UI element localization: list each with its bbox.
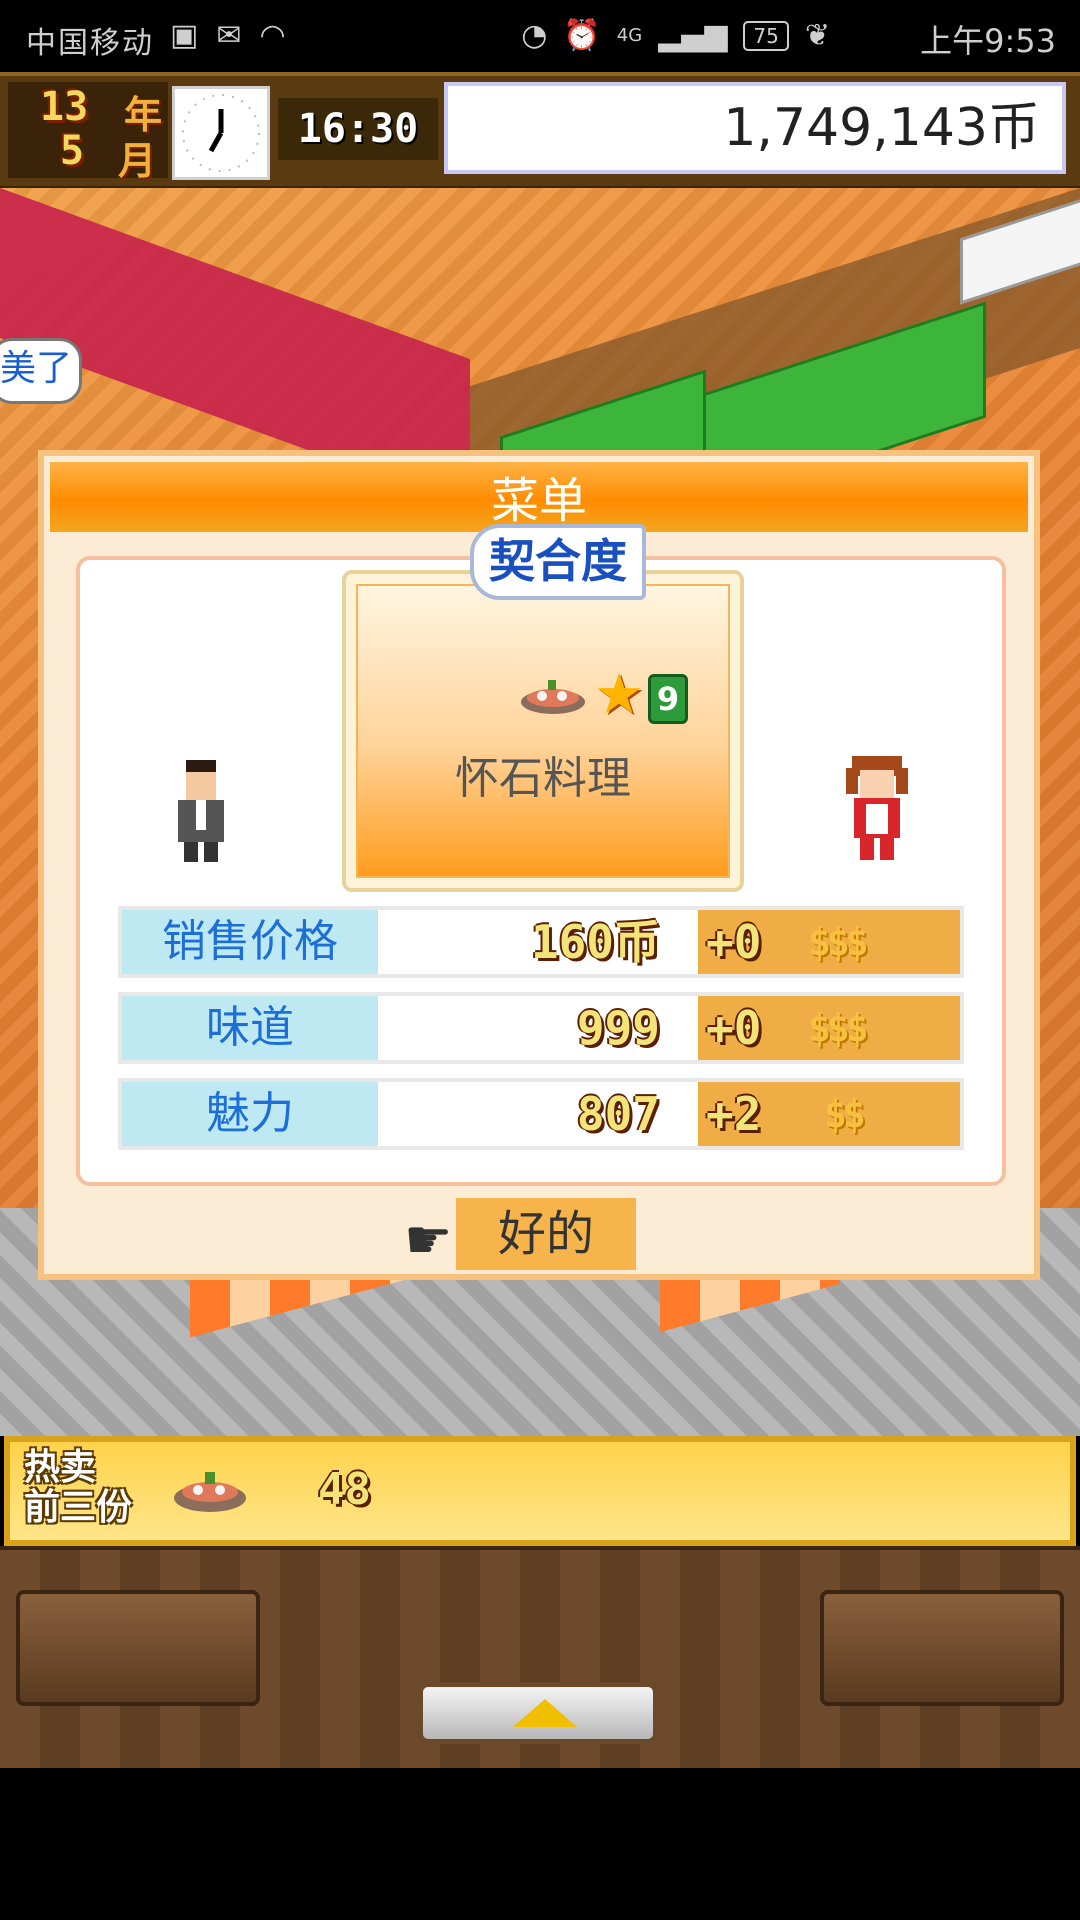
alarm-icon: ⏰ xyxy=(563,18,601,53)
dish-rank-badge: 9 xyxy=(648,674,688,724)
app-notification-icon: ▣ xyxy=(170,18,199,53)
star-icon: ★ xyxy=(594,662,645,727)
kaiseki-dish-icon xyxy=(170,1462,250,1522)
bonus-value: +2 xyxy=(706,1087,762,1141)
stat-value: 160币 xyxy=(378,910,698,974)
chef-character xyxy=(168,756,234,866)
coin-icons: $$$ xyxy=(808,920,869,964)
stat-label: 销售价格 xyxy=(122,910,378,974)
game-time: 16:30 xyxy=(278,98,438,160)
bonus-value: +0 xyxy=(706,1001,762,1055)
system-icons: ◔ ⏰ 4G ▂▄▆ 75 ❦ xyxy=(521,18,830,53)
wifi-icon: ◠ xyxy=(259,18,286,53)
leaf-icon: ❦ xyxy=(804,18,830,53)
network-type: 4G xyxy=(616,25,643,46)
navigation-bar-area xyxy=(0,1768,1080,1920)
menu-dialog-content: 契合度 ★ 9 怀石料理 销售价格 160币 +0 $$$ 味道 999 +0 … xyxy=(76,524,1006,1186)
coin-icons: $$ xyxy=(824,1092,866,1136)
dish-name: 怀石料理 xyxy=(455,753,631,804)
hot-sales-bar[interactable]: 热卖 前三份 48 xyxy=(4,1436,1076,1546)
dish-card: 契合度 ★ 9 怀石料理 xyxy=(342,524,744,892)
stat-value: 807 xyxy=(378,1082,698,1146)
ok-area: ☛ 好的 xyxy=(44,1198,1034,1274)
data-sync-icon: ◔ xyxy=(521,18,548,53)
left-panel-button[interactable] xyxy=(16,1590,260,1706)
kaiseki-dish-icon xyxy=(518,676,588,716)
year-number: 13 xyxy=(40,84,89,130)
message-notification-icon: ✉ xyxy=(216,18,242,53)
battery-indicator: 75 xyxy=(743,20,789,51)
date-display: 13 年 5 月 xyxy=(8,82,168,183)
clock-time: 上午9:53 xyxy=(920,22,1056,60)
month-unit: 月 xyxy=(118,139,157,183)
bottom-control-panel xyxy=(0,1546,1080,1772)
stat-bonus: +2 $$ xyxy=(698,1082,960,1146)
menu-dialog: 菜单 契合度 ★ 9 怀石料理 销售价格 160币 +0 $$$ 味道 999 … xyxy=(38,450,1040,1280)
carrier-name: 中国移动 xyxy=(26,26,154,61)
signal-icon: ▂▄▆ xyxy=(658,18,728,53)
money-display: 1,749,143币 xyxy=(444,82,1066,174)
waitress-character xyxy=(844,754,910,864)
stat-value: 999 xyxy=(378,996,698,1060)
hot-sales-label: 热卖 前三份 xyxy=(24,1448,134,1528)
stat-row-charm: 魅力 807 +2 $$ xyxy=(118,1078,964,1150)
stat-row-price: 销售价格 160币 +0 $$$ xyxy=(118,906,964,978)
stat-label: 魅力 xyxy=(122,1082,378,1146)
coin-icons: $$$ xyxy=(808,1006,869,1050)
stat-bonus: +0 $$$ xyxy=(698,996,960,1060)
customer-speech-bubble: 美了 xyxy=(0,338,82,404)
right-panel-button[interactable] xyxy=(820,1590,1064,1706)
month-number: 5 xyxy=(60,128,85,174)
game-top-bar: 13 年 5 月 16:30 1,749,143币 xyxy=(0,72,1080,192)
status-bar: 中国移动 ▣ ✉ ◠ ◔ ⏰ 4G ▂▄▆ 75 ❦ 上午9:53 xyxy=(0,0,1080,72)
bonus-value: +0 xyxy=(706,915,762,969)
hot-sales-count: 48 xyxy=(318,1464,371,1515)
stat-bonus: +0 $$$ xyxy=(698,910,960,974)
menu-dialog-title: 菜单 xyxy=(50,462,1028,532)
hot-sales-label-line2: 前三份 xyxy=(24,1487,133,1528)
compatibility-tag: 契合度 xyxy=(470,524,646,600)
stat-row-taste: 味道 999 +0 $$$ xyxy=(118,992,964,1064)
notification-icons: ▣ ✉ ◠ xyxy=(170,18,286,53)
ok-button[interactable]: 好的 xyxy=(456,1198,636,1270)
pointing-hand-icon: ☛ xyxy=(404,1208,453,1271)
stat-label: 味道 xyxy=(122,996,378,1060)
up-arrow-icon xyxy=(513,1699,577,1727)
hot-sales-label-line1: 热卖 xyxy=(24,1447,97,1488)
analog-clock-icon xyxy=(172,86,270,180)
expand-menu-button[interactable] xyxy=(418,1682,658,1744)
